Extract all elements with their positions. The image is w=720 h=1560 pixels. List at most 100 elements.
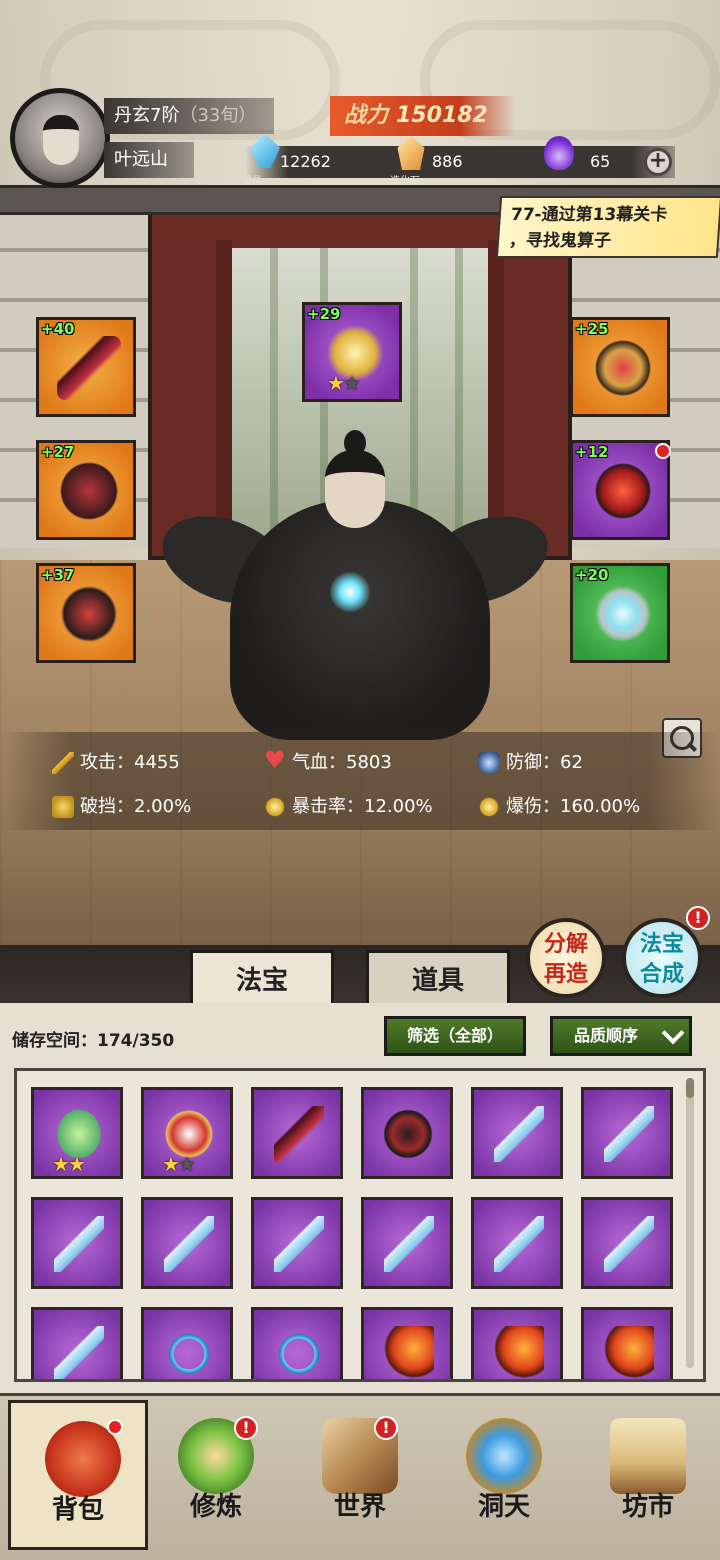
notification-dot <box>107 1419 123 1435</box>
ice-sword-icon <box>494 1106 544 1162</box>
bamboo-stalk <box>455 248 463 568</box>
sword-icon <box>52 752 74 774</box>
age-text: （33旬） <box>179 105 257 126</box>
inventory-item[interactable] <box>361 1307 453 1379</box>
synthesize-label-2: 合成 <box>639 962 684 987</box>
inventory-item[interactable] <box>471 1197 563 1289</box>
star-rating: ★★ <box>162 1152 196 1176</box>
nav-cave-label: 洞天 <box>477 1492 530 1522</box>
equip-slot-crown[interactable]: +25 <box>570 317 670 417</box>
crossbow-icon <box>164 1326 214 1379</box>
inventory-item[interactable] <box>251 1197 343 1289</box>
ice-sword-icon <box>54 1326 104 1379</box>
stat-crit-dmg: 爆伤：160.00% <box>478 792 640 822</box>
inventory-item[interactable] <box>581 1197 673 1289</box>
equip-slot-boots[interactable]: +37 <box>36 563 136 663</box>
broken-shield-icon <box>52 796 74 818</box>
inventory-item[interactable] <box>581 1087 673 1179</box>
player-name: 叶远山 <box>104 142 194 178</box>
stat-attack: 攻击：4455 <box>52 748 180 778</box>
fire-axe-icon <box>384 1326 434 1379</box>
nav-market[interactable]: 坊市 <box>576 1400 720 1550</box>
nav-bag[interactable]: 背包 <box>8 1400 148 1550</box>
tab-daoju[interactable]: 道具 <box>366 950 510 1006</box>
dagger-icon <box>57 336 121 400</box>
equip-slot-robe[interactable]: +27 <box>36 440 136 540</box>
ice-sword-icon <box>604 1106 654 1162</box>
synthesize-button[interactable]: 法宝 合成 <box>622 918 702 998</box>
resource-purple[interactable]: 65 <box>544 136 634 178</box>
star-rating: ★★ <box>327 371 361 395</box>
nav-world[interactable]: ! 世界 <box>288 1400 432 1550</box>
quest-line-2: ，寻找鬼算子 <box>508 231 612 251</box>
ice-sword-icon <box>164 1216 214 1272</box>
inventory-item[interactable] <box>31 1197 123 1289</box>
equip-slot-amulet[interactable]: +12 <box>570 440 671 540</box>
tabs-strip <box>0 945 720 1005</box>
boots-icon <box>57 582 121 646</box>
ice-sword-icon <box>494 1216 544 1272</box>
resource-lingjing[interactable]: 灵晶 12262 <box>242 134 370 187</box>
decompose-button[interactable]: 分解 再造 <box>526 918 606 998</box>
nav-cave[interactable]: 洞天 <box>432 1400 576 1550</box>
inventory-item[interactable] <box>471 1087 563 1179</box>
add-resource-button[interactable]: + <box>644 148 672 176</box>
equip-slot-weapon[interactable]: +40 <box>36 317 136 417</box>
inventory-item[interactable] <box>361 1087 453 1179</box>
purple-flame-icon <box>544 136 574 170</box>
equip-slot-top[interactable]: +29 ★★ <box>302 302 402 402</box>
crossbow-icon <box>274 1326 324 1379</box>
stat-defense: 防御：62 <box>478 748 583 778</box>
crown-icon <box>591 336 655 400</box>
alert-badge: ! <box>374 1416 398 1440</box>
quest-tracker[interactable]: 77-通过第13幕关卡 ，寻找鬼算子 <box>495 196 720 258</box>
stat-crit-dmg-text: 爆伤：160.00% <box>506 796 641 817</box>
nav-cultivate-label: 修炼 <box>189 1492 242 1522</box>
scrollbar-thumb[interactable] <box>686 1078 694 1098</box>
star-rating: ★★ <box>52 1152 86 1176</box>
inventory-item[interactable] <box>471 1307 563 1379</box>
stat-break-text: 破挡：2.00% <box>80 796 192 817</box>
blade-wheel-icon <box>380 1106 436 1162</box>
chevron-down-icon <box>661 1021 685 1045</box>
stat-hp: ♥ 气血：5803 <box>264 748 392 778</box>
inventory-item[interactable] <box>141 1197 233 1289</box>
inventory-item[interactable] <box>251 1307 343 1379</box>
inventory-item[interactable] <box>251 1087 343 1179</box>
pillar <box>488 240 504 560</box>
nav-bag-label: 背包 <box>51 1495 104 1525</box>
fire-axe-icon <box>494 1326 544 1379</box>
sort-dropdown[interactable]: 品质顺序 <box>550 1016 692 1056</box>
resource-value: 12262 <box>280 152 331 171</box>
portal-icon <box>466 1418 542 1494</box>
resource-value: 886 <box>432 152 463 171</box>
realm-text: 丹玄7阶 <box>114 105 180 126</box>
inventory-item[interactable] <box>361 1197 453 1289</box>
market-stall-icon <box>610 1418 686 1494</box>
tab-fabao[interactable]: 法宝 <box>190 950 334 1006</box>
inventory-item[interactable] <box>141 1307 233 1379</box>
resource-caption: 灵晶 <box>242 176 262 187</box>
nav-cultivate[interactable]: ! 修炼 <box>144 1400 288 1550</box>
inventory-grid[interactable]: ★★ ★★ <box>14 1068 706 1382</box>
heart-icon: ♥ <box>264 746 286 774</box>
inventory-item[interactable]: ★★ <box>141 1087 233 1179</box>
resource-value: 65 <box>590 152 611 171</box>
stat-crit-rate-text: 暴击率：12.00% <box>292 796 433 817</box>
ice-sword-icon <box>384 1216 434 1272</box>
fire-axe-icon <box>604 1326 654 1379</box>
resource-zaohuashi[interactable]: 造化石 886 <box>390 136 516 187</box>
storage-capacity: 储存空间：174/350 <box>12 1031 175 1051</box>
inventory-item[interactable] <box>31 1307 123 1379</box>
stat-defense-text: 防御：62 <box>506 752 583 773</box>
inventory-item[interactable]: ★★ <box>31 1087 123 1179</box>
decompose-label-1: 分解 <box>543 932 588 957</box>
inventory-scrollbar[interactable] <box>686 1078 694 1368</box>
shield-icon <box>478 752 500 774</box>
player-avatar[interactable] <box>10 88 110 188</box>
equip-slot-ring[interactable]: +20 <box>570 563 670 663</box>
ice-sword-icon <box>54 1216 104 1272</box>
power-label: 战力 <box>344 103 389 128</box>
inventory-item[interactable] <box>581 1307 673 1379</box>
filter-button[interactable]: 筛选（全部） <box>384 1016 526 1056</box>
